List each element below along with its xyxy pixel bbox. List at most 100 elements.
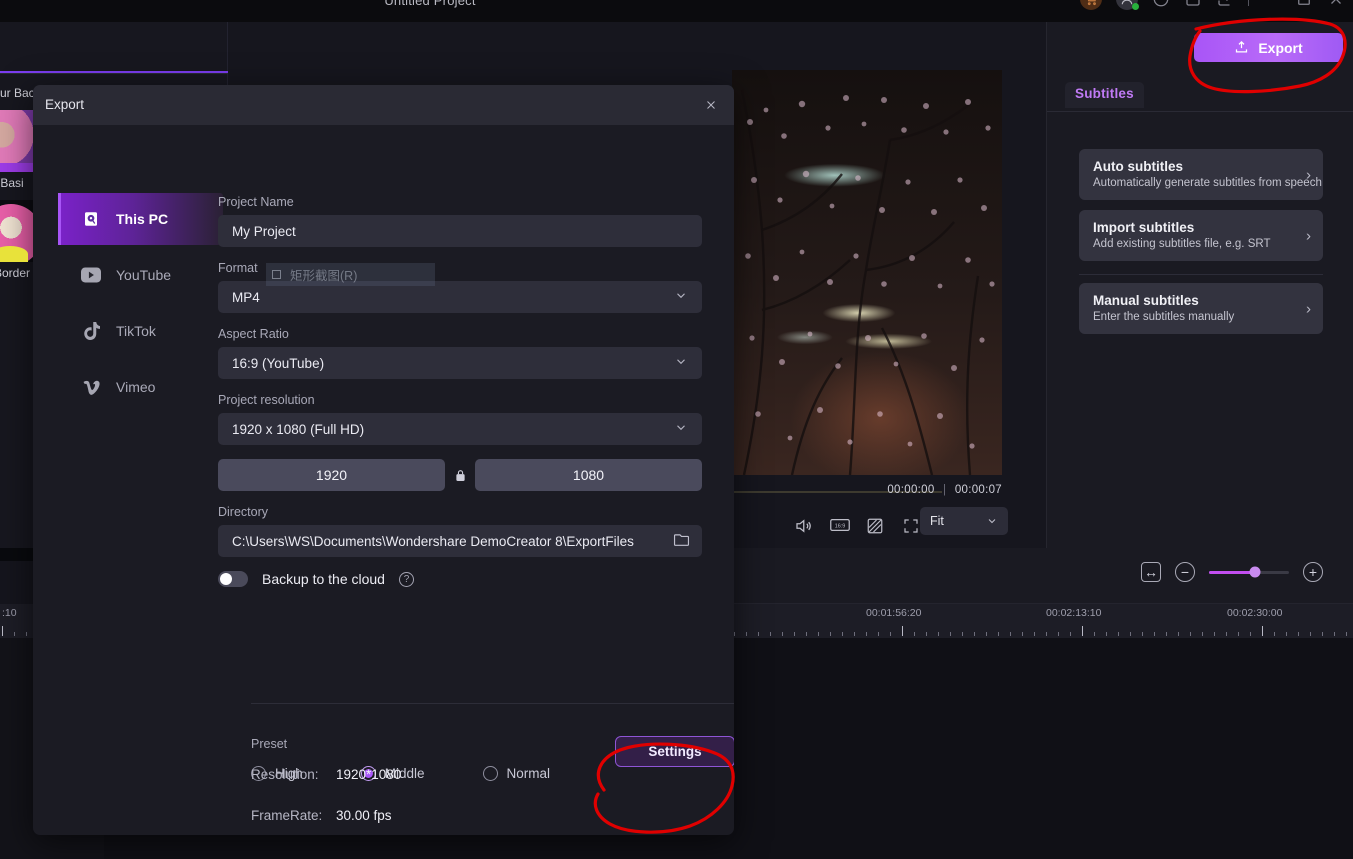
person-icon[interactable] [1116, 0, 1139, 10]
fit-timeline-icon[interactable]: ↔ [1141, 562, 1161, 582]
folder-icon[interactable] [673, 532, 690, 550]
project-resolution-label: Project resolution [218, 393, 315, 407]
aspect-ratio-16-9-icon[interactable]: 16:9 [830, 517, 850, 535]
ruler-tick [806, 632, 807, 636]
format-value: MP4 [232, 289, 260, 305]
tab-subtitles[interactable]: Subtitles [1065, 82, 1144, 108]
panel-separator [1079, 274, 1323, 275]
ruler-tick [938, 632, 939, 636]
sidebar-item-tiktok[interactable]: TikTok [58, 305, 223, 357]
export-button-label: Export [1258, 39, 1303, 56]
auto-subtitles-card[interactable]: Auto subtitles Automatically generate su… [1079, 149, 1323, 200]
sidebar-item-label: YouTube [116, 267, 172, 283]
project-name-value: My Project [232, 223, 296, 239]
ruler-tick [1082, 626, 1083, 636]
video-preview[interactable] [732, 70, 1002, 475]
dialog-body: This PC YouTube TikTok Vimeo Project Nam… [33, 125, 734, 835]
close-icon[interactable] [1327, 0, 1345, 8]
resolution-inputs: 1920 1080 [218, 459, 708, 491]
plus-icon[interactable]: + [1303, 562, 1323, 582]
time-display: 00:00:00 | 00:00:07 [887, 484, 1002, 496]
ruler-tick [1106, 632, 1107, 636]
ruler-tick [926, 632, 927, 636]
title-bar: Untitled Project [0, 0, 1353, 22]
lock-icon[interactable] [445, 459, 475, 491]
player-controls: 00:00:00 | 00:00:07 16:9 Fit [732, 475, 1008, 548]
aspect-ratio-value: 16:9 (YouTube) [232, 355, 325, 371]
ruler-tick [914, 632, 915, 636]
import-subtitles-card[interactable]: Import subtitles Add existing subtitles … [1079, 210, 1323, 261]
ruler-tick [1070, 632, 1071, 636]
aspect-ratio-dropdown[interactable]: 16:9 (YouTube) [218, 347, 702, 379]
sidebar-item-this-pc[interactable]: This PC [58, 193, 223, 245]
preset-option-normal[interactable]: Normal [482, 766, 550, 781]
sidebar-item-youtube[interactable]: YouTube [58, 249, 223, 301]
ruler-tick [1166, 632, 1167, 636]
maximize-icon[interactable] [1295, 0, 1313, 8]
ruler-tick [1178, 632, 1179, 636]
ruler-tick [878, 632, 879, 636]
ruler-tick [782, 632, 783, 636]
chevron-right-icon: › [1306, 166, 1311, 183]
close-icon[interactable] [700, 94, 722, 116]
card-title: Manual subtitles [1093, 293, 1199, 308]
framerate-summary: FrameRate: 30.00 fps [251, 808, 392, 823]
note-icon[interactable] [1184, 0, 1202, 8]
minimize-icon[interactable] [1263, 0, 1281, 8]
volume-icon[interactable] [794, 517, 812, 535]
ruler-tick [1094, 632, 1095, 636]
ruler-tick [974, 632, 975, 636]
card-subtitle: Add existing subtitles file, e.g. SRT [1093, 238, 1271, 250]
project-resolution-dropdown[interactable]: 1920 x 1080 (Full HD) [218, 413, 702, 445]
chevron-right-icon: › [1306, 227, 1311, 244]
destination-list: This PC YouTube TikTok Vimeo [58, 193, 223, 417]
zoom-slider-knob[interactable] [1249, 566, 1261, 578]
chevron-down-icon [674, 421, 688, 438]
ruler-tick [1142, 632, 1143, 636]
cart-icon[interactable] [1080, 0, 1102, 10]
ruler-tick [1202, 632, 1203, 636]
ruler-tick [998, 632, 999, 636]
ruler-tick [1250, 632, 1251, 636]
ruler-tick [734, 632, 735, 636]
chevron-right-icon: › [1306, 300, 1311, 317]
snip-tool-label: 矩形截图(R) [290, 269, 358, 283]
ruler-tick [26, 632, 27, 636]
ruler-tick [1346, 632, 1347, 636]
dialog-header: Export [33, 85, 734, 125]
snapshot-icon[interactable] [866, 517, 884, 535]
width-input[interactable]: 1920 [218, 459, 445, 491]
sidebar-item-vimeo[interactable]: Vimeo [58, 361, 223, 413]
current-time: 00:00:00 [887, 484, 935, 496]
sidebar-item-label: TikTok [116, 323, 156, 339]
settings-button[interactable]: Settings [615, 736, 734, 767]
backup-row: Backup to the cloud ? [218, 571, 708, 587]
export-button-toolbar[interactable]: Export [1194, 33, 1343, 62]
ruler-tick [1190, 632, 1191, 636]
ruler-label: :10 [2, 607, 17, 619]
fullscreen-icon[interactable] [902, 517, 920, 535]
vimeo-icon [80, 376, 102, 398]
rectangle-snip-icon [272, 270, 281, 279]
ruler-tick [1022, 632, 1023, 636]
question-mark-icon[interactable]: ? [398, 571, 414, 587]
ruler-label: 00:01:56:20 [866, 607, 922, 619]
help-icon[interactable] [1152, 0, 1170, 8]
summary-value: 30.00 fps [336, 808, 392, 823]
icon-divider [1248, 0, 1249, 6]
card-subtitle: Enter the subtitles manually [1093, 311, 1235, 323]
backup-toggle[interactable] [218, 571, 248, 587]
ruler-tick [1154, 632, 1155, 636]
online-status-dot [1132, 3, 1139, 10]
ruler-tick [1262, 626, 1263, 636]
share-icon[interactable] [1216, 0, 1234, 8]
project-name-input[interactable]: My Project [218, 215, 702, 247]
minus-icon[interactable]: − [1175, 562, 1195, 582]
height-input[interactable]: 1080 [475, 459, 702, 491]
ruler-tick [950, 632, 951, 636]
zoom-slider[interactable] [1209, 566, 1289, 578]
fit-dropdown[interactable]: Fit [920, 507, 1008, 535]
ruler-tick [770, 632, 771, 636]
directory-input[interactable]: C:\Users\WS\Documents\Wondershare DemoCr… [218, 525, 702, 557]
manual-subtitles-card[interactable]: Manual subtitles Enter the subtitles man… [1079, 283, 1323, 334]
